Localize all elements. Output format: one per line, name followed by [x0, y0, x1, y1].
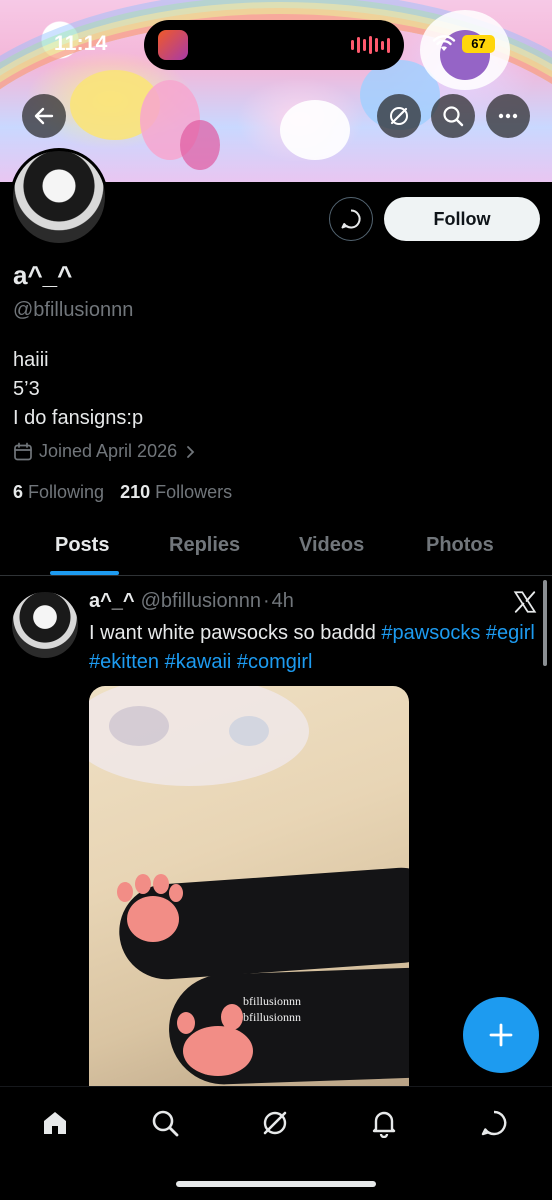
nav-search[interactable]: [145, 1103, 185, 1143]
image-watermark: bfillusionnn: [243, 994, 302, 1008]
hashtag-link[interactable]: #pawsocks: [381, 622, 480, 644]
more-button[interactable]: [486, 94, 530, 138]
followers-count: 210: [120, 482, 151, 502]
image-paw-pad: [183, 1026, 253, 1076]
bio-line: I do fansigns:p: [13, 407, 144, 429]
followers-link[interactable]: 210 Followers: [120, 482, 232, 503]
profile-handle: @bfillusionnn: [13, 299, 134, 321]
nav-messages[interactable]: [474, 1103, 514, 1143]
post-author-name[interactable]: a^_^: [89, 590, 135, 613]
image-toe-bean: [153, 874, 169, 894]
hashtag-link[interactable]: #ekitten: [89, 651, 159, 673]
message-button[interactable]: [329, 197, 373, 241]
profile-tabs: Posts Replies Videos Photos: [0, 520, 552, 576]
hashtag-link[interactable]: #kawaii: [165, 651, 232, 673]
avatar-image: [13, 151, 105, 243]
x-logo-icon[interactable]: [512, 589, 538, 615]
profile-bio: haiii 5’3 I do fansigns:p: [13, 346, 143, 433]
image-watermark: bfillusionnn: [243, 1010, 302, 1024]
message-bubble-icon: [341, 209, 361, 229]
followers-label: Followers: [155, 482, 233, 502]
following-count: 6: [13, 482, 24, 502]
image-pillow-flower: [229, 716, 269, 746]
tab-photos[interactable]: Photos: [426, 534, 494, 557]
image-toe-bean: [117, 882, 133, 902]
joined-text: Joined April 2026: [39, 441, 178, 461]
back-button[interactable]: [22, 94, 66, 138]
image-toe-bean: [169, 884, 183, 902]
status-time: 11:14: [54, 32, 108, 55]
grok-button[interactable]: [377, 94, 421, 138]
bio-line: haiii: [13, 349, 49, 371]
home-indicator[interactable]: [176, 1181, 376, 1187]
calendar-icon: [14, 442, 32, 460]
nav-grok[interactable]: [255, 1103, 295, 1143]
nav-home[interactable]: [35, 1103, 75, 1143]
arrow-left-icon: [34, 107, 54, 125]
banner-castle: [180, 120, 220, 170]
image-paw-pad: [127, 896, 179, 942]
tab-videos[interactable]: Videos: [299, 534, 364, 557]
wifi-icon: [432, 35, 456, 51]
image-toe-bean: [135, 874, 151, 894]
post-body: I want white pawsocks so baddd: [89, 622, 376, 644]
battery-indicator: 67: [462, 35, 495, 53]
now-playing-app-icon: [158, 30, 188, 60]
following-label: Following: [28, 482, 105, 502]
post-time[interactable]: 4h: [272, 590, 294, 613]
compose-post-button[interactable]: [463, 997, 539, 1073]
bell-icon: [372, 1111, 396, 1138]
scrollbar[interactable]: [543, 580, 547, 666]
post-image[interactable]: bfillusionnn bfillusionnn: [89, 686, 409, 1086]
bio-line: 5’3: [13, 378, 40, 400]
post-avatar[interactable]: [12, 592, 78, 658]
image-toe-bean: [177, 1012, 195, 1034]
profile-display-name: a^_^: [13, 260, 73, 290]
search-icon: [443, 106, 464, 127]
follow-button[interactable]: Follow: [384, 197, 540, 241]
plus-icon: [489, 1023, 513, 1047]
active-tab-indicator: [50, 571, 119, 575]
follow-stats: 6 Following 210 Followers: [13, 482, 232, 503]
post-separator: ·: [262, 590, 270, 612]
image-toe-bean: [221, 1004, 243, 1030]
post-text: I want white pawsocks so baddd #pawsocks…: [89, 619, 539, 677]
profile-avatar[interactable]: [10, 148, 108, 246]
hashtag-link[interactable]: #comgirl: [237, 651, 313, 673]
image-pillow-flower: [109, 706, 169, 746]
audio-wave-icon: [351, 36, 390, 54]
banner-character: [280, 100, 350, 160]
post-author-handle[interactable]: @bfillusionnn: [141, 590, 261, 613]
messages-icon: [481, 1110, 507, 1136]
more-horizontal-icon: [498, 113, 518, 119]
hashtag-link[interactable]: #egirl: [486, 622, 535, 644]
following-link[interactable]: 6 Following: [13, 482, 104, 503]
post-header: a^_^ @bfillusionnn · 4h: [89, 590, 294, 613]
tab-posts[interactable]: Posts: [55, 534, 109, 557]
joined-date[interactable]: Joined April 2026: [13, 441, 197, 462]
home-icon: [44, 1112, 66, 1134]
tab-replies[interactable]: Replies: [169, 534, 240, 557]
dynamic-island: [144, 20, 404, 70]
search-icon: [152, 1110, 179, 1137]
search-button[interactable]: [431, 94, 475, 138]
chevron-right-icon: [187, 445, 195, 458]
grok-icon: [390, 107, 408, 125]
nav-notifications[interactable]: [364, 1103, 404, 1143]
grok-icon: [263, 1111, 287, 1135]
